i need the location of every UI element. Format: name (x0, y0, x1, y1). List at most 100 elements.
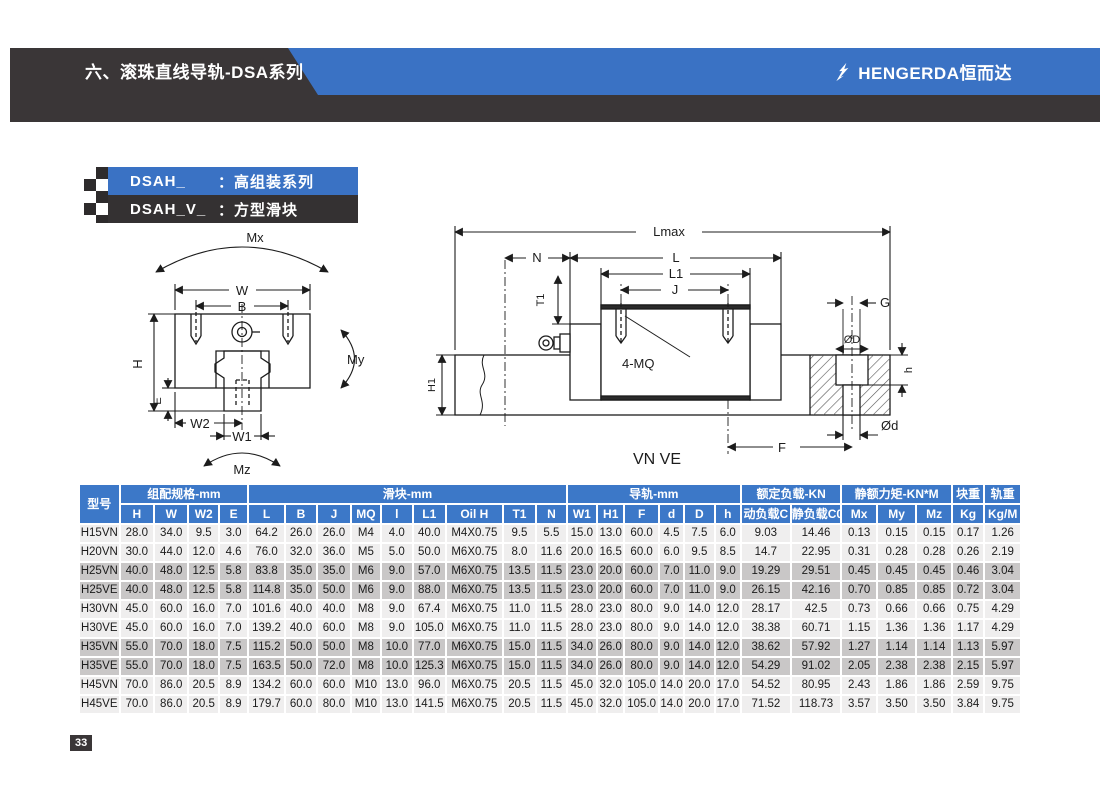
value-cell: 42.5 (792, 601, 841, 618)
value-cell: 71.52 (742, 696, 790, 713)
value-cell: 54.52 (742, 677, 790, 694)
value-cell: 105.0 (625, 677, 657, 694)
column-group-header: 导轨-mm (568, 485, 740, 503)
table-row: H30VE45.060.016.07.0139.240.060.0M89.010… (80, 620, 1020, 637)
side-view-diagram: Lmax N L L1 J T1 4-MQ G ØD h Ød H1 F VN … (428, 216, 958, 468)
value-cell: 118.73 (792, 696, 841, 713)
column-subheader: N (537, 505, 565, 523)
value-cell: 14.0 (660, 696, 683, 713)
column-subheader: d (660, 505, 683, 523)
value-cell: 50.0 (318, 582, 349, 599)
value-cell: 12.0 (716, 639, 740, 656)
value-cell: 60.0 (155, 601, 187, 618)
value-cell: 18.0 (189, 658, 217, 675)
value-cell: 20.5 (504, 677, 535, 694)
value-cell: 5.97 (985, 658, 1020, 675)
header-band: HENGERDA恒而达 六、滚珠直线导轨-DSA系列 (10, 48, 1100, 122)
value-cell: 0.13 (842, 525, 875, 542)
badge-label: ：高组装系列 (218, 171, 314, 192)
value-cell: 0.66 (917, 601, 951, 618)
dim-label-lmax: Lmax (653, 224, 685, 239)
value-cell: 15.0 (568, 525, 596, 542)
value-cell: 32.0 (598, 696, 623, 713)
value-cell: 1.36 (878, 620, 916, 637)
value-cell: 14.0 (660, 677, 683, 694)
value-cell: 57.92 (792, 639, 841, 656)
value-cell: 11.5 (537, 563, 565, 580)
value-cell: 30.0 (121, 544, 153, 561)
value-cell: 163.5 (249, 658, 283, 675)
page-title: 六、滚珠直线导轨-DSA系列 (85, 48, 304, 97)
value-cell: 101.6 (249, 601, 283, 618)
value-cell: 50.0 (286, 639, 316, 656)
value-cell: 11.0 (504, 620, 535, 637)
value-cell: 23.0 (568, 582, 596, 599)
value-cell: 14.46 (792, 525, 841, 542)
value-cell: 80.0 (625, 620, 657, 637)
value-cell: 5.5 (537, 525, 565, 542)
column-subheader: Mx (842, 505, 875, 523)
value-cell: M6X0.75 (447, 658, 502, 675)
value-cell: 20.0 (685, 677, 713, 694)
value-cell: 70.0 (121, 677, 153, 694)
value-cell: 11.5 (537, 677, 565, 694)
table-row: H15VN28.034.09.53.064.226.026.0M44.040.0… (80, 525, 1020, 542)
value-cell: M8 (352, 639, 380, 656)
value-cell: 12.5 (189, 582, 217, 599)
value-cell: 17.0 (716, 696, 740, 713)
table-row: H35VE55.070.018.07.5163.550.072.0M810.01… (80, 658, 1020, 675)
table-row: H25VE40.048.012.55.8114.835.050.0M69.088… (80, 582, 1020, 599)
value-cell: 54.29 (742, 658, 790, 675)
value-cell: 45.0 (568, 696, 596, 713)
value-cell: 9.0 (660, 620, 683, 637)
value-cell: 60.0 (625, 563, 657, 580)
value-cell: 9.5 (685, 544, 713, 561)
value-cell: 5.8 (220, 582, 247, 599)
value-cell: 0.28 (917, 544, 951, 561)
value-cell: 2.38 (917, 658, 951, 675)
column-subheader: MQ (352, 505, 380, 523)
value-cell: 57.0 (414, 563, 445, 580)
dim-label-t1: T1 (535, 294, 547, 307)
table-row: H35VN55.070.018.07.5115.250.050.0M810.07… (80, 639, 1020, 656)
value-cell: 40.0 (286, 620, 316, 637)
value-cell: 28.0 (121, 525, 153, 542)
dim-label-l: L (672, 250, 679, 265)
value-cell: 11.5 (537, 582, 565, 599)
badge-label: ：方型滑块 (218, 199, 298, 220)
model-cell: H30VE (80, 620, 119, 637)
value-cell: 2.15 (953, 658, 983, 675)
value-cell: 15.0 (504, 658, 535, 675)
value-cell: 29.51 (792, 563, 841, 580)
table-row: H30VN45.060.016.07.0101.640.040.0M89.067… (80, 601, 1020, 618)
value-cell: 179.7 (249, 696, 283, 713)
column-subheader: W2 (189, 505, 217, 523)
model-cell: H25VN (80, 563, 119, 580)
value-cell: 26.0 (286, 525, 316, 542)
column-group-header: 滑块-mm (249, 485, 565, 503)
value-cell: 8.9 (220, 677, 247, 694)
value-cell: 5.97 (985, 639, 1020, 656)
value-cell: 6.0 (660, 544, 683, 561)
column-header-model: 型号 (80, 485, 119, 523)
value-cell: 1.14 (878, 639, 916, 656)
value-cell: M10 (352, 696, 380, 713)
value-cell: 0.31 (842, 544, 875, 561)
value-cell: 1.86 (917, 677, 951, 694)
value-cell: 7.0 (220, 620, 247, 637)
value-cell: 8.0 (504, 544, 535, 561)
value-cell: 4.29 (985, 620, 1020, 637)
value-cell: 34.0 (568, 639, 596, 656)
value-cell: 9.0 (382, 620, 411, 637)
value-cell: 105.0 (414, 620, 445, 637)
value-cell: 9.5 (189, 525, 217, 542)
value-cell: 35.0 (286, 582, 316, 599)
model-cell: H25VE (80, 582, 119, 599)
value-cell: M6X0.75 (447, 544, 502, 561)
value-cell: 3.04 (985, 563, 1020, 580)
value-cell: 5.8 (220, 563, 247, 580)
value-cell: 9.0 (716, 582, 740, 599)
value-cell: 60.0 (625, 582, 657, 599)
value-cell: 23.0 (598, 620, 623, 637)
value-cell: 60.0 (286, 696, 316, 713)
